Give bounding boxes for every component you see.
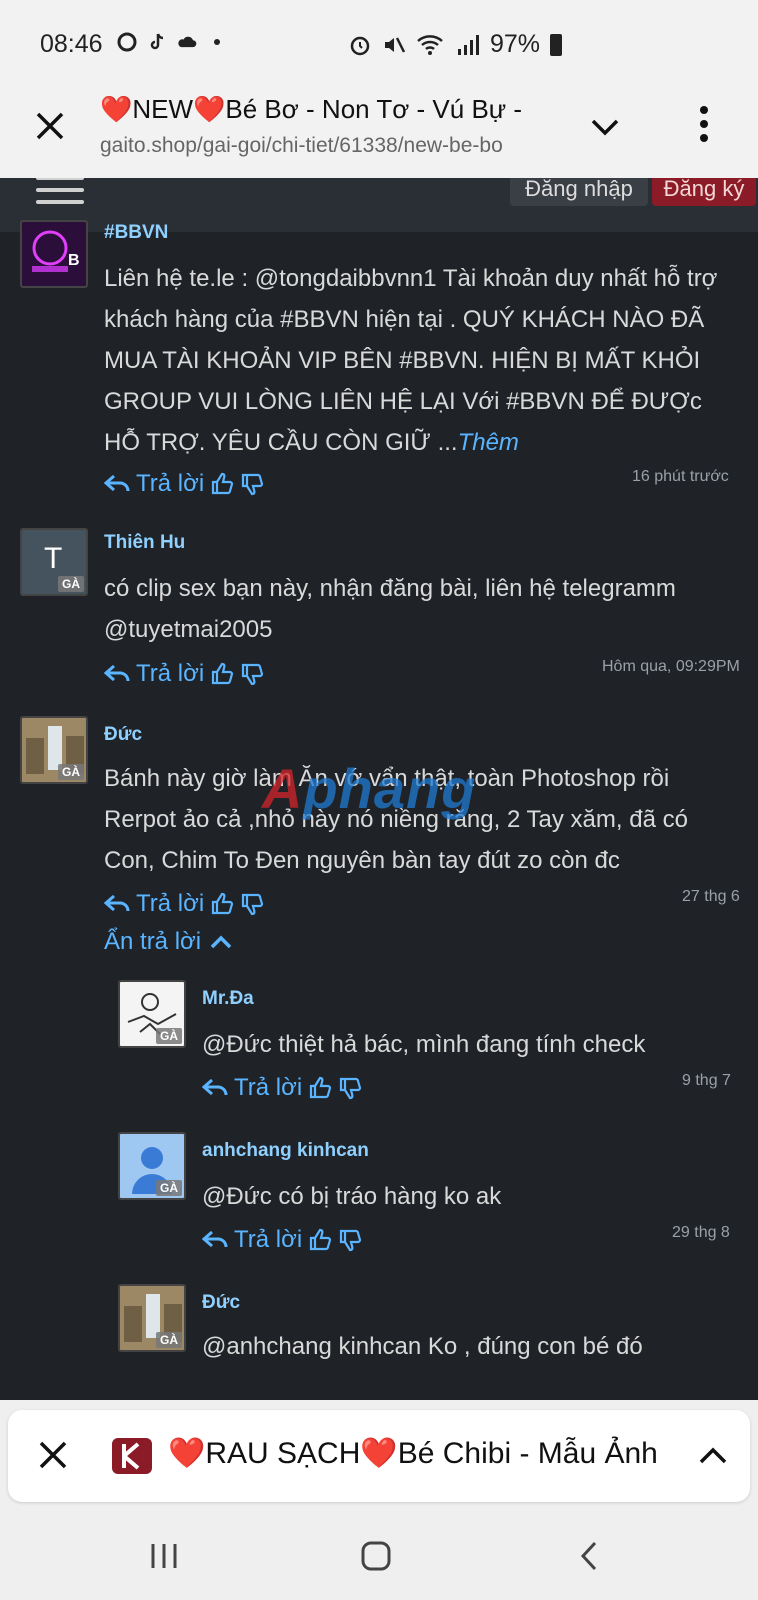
- comment-time: 16 phút trước: [632, 468, 729, 485]
- thumbs-up-icon[interactable]: [210, 472, 234, 496]
- alarm-icon: [350, 36, 370, 55]
- signal-icon: [457, 34, 479, 55]
- hide-replies-label: Ẩn trả lời: [104, 928, 202, 955]
- avatar-letter: B: [68, 252, 80, 269]
- tab-title[interactable]: ❤️NEW❤️Bé Bơ - Non Tơ - Vú Bự -: [100, 94, 550, 125]
- reply-time: 9 thg 7: [682, 1072, 731, 1089]
- status-right: 97%: [348, 30, 562, 59]
- system-nav-bar: [0, 1510, 758, 1600]
- avatar[interactable]: T GÀ: [20, 528, 88, 596]
- badge: GÀ: [156, 1028, 182, 1044]
- chevron-up-icon[interactable]: [698, 1440, 728, 1470]
- reply-text: @anhchang kinhcan Ko , đúng con bé đó: [202, 1333, 643, 1360]
- status-bar: 08:46 97%: [0, 0, 758, 90]
- dot-icon: [214, 39, 220, 45]
- thumbs-up-icon[interactable]: [308, 1228, 332, 1252]
- reply-text: @Đức có bị tráo hàng ko ak: [202, 1183, 502, 1210]
- chevron-down-icon[interactable]: [588, 110, 622, 144]
- close-icon[interactable]: [38, 1440, 68, 1470]
- chevron-up-icon: [210, 935, 232, 949]
- reply-button[interactable]: Trả lời: [136, 890, 204, 918]
- reply-button[interactable]: Trả lời: [136, 470, 204, 498]
- reply-button[interactable]: Trả lời: [234, 1074, 302, 1102]
- kebab-menu-icon[interactable]: [698, 104, 710, 144]
- back-icon[interactable]: [578, 1540, 600, 1572]
- comment-username[interactable]: Thiên Hu: [104, 532, 185, 554]
- thumbs-up-icon[interactable]: [308, 1076, 332, 1100]
- avatar[interactable]: B: [20, 220, 88, 288]
- reply-button[interactable]: Trả lời: [234, 1226, 302, 1254]
- status-time: 08:46: [40, 30, 103, 58]
- badge: GÀ: [156, 1332, 182, 1348]
- thumbs-down-icon[interactable]: [240, 892, 264, 916]
- site-favicon-icon: [112, 1438, 152, 1474]
- tiktok-icon: [150, 33, 164, 50]
- hide-replies-button[interactable]: Ẩn trả lời: [104, 928, 233, 956]
- avatar[interactable]: GÀ: [118, 1284, 186, 1352]
- thumbs-down-icon[interactable]: [338, 1228, 362, 1252]
- watermark: Aphang: [262, 757, 477, 820]
- reply-username[interactable]: anhchang kinhcan: [202, 1140, 369, 1162]
- hamburger-icon[interactable]: [36, 178, 84, 204]
- thumbs-down-icon[interactable]: [338, 1076, 362, 1100]
- avatar[interactable]: GÀ: [118, 980, 186, 1048]
- close-icon[interactable]: [34, 110, 66, 142]
- reply-icon[interactable]: [104, 893, 130, 915]
- comment-time: 27 thg 6: [682, 888, 740, 905]
- battery-percent: 97%: [489, 30, 540, 58]
- comment-username[interactable]: Đức: [104, 724, 142, 746]
- reply-actions: Trả lời: [202, 1226, 362, 1254]
- url-text[interactable]: gaito.shop/gai-goi/chi-tiet/61338/new-be…: [100, 134, 556, 158]
- browser-header: ❤️NEW❤️Bé Bơ - Non Tơ - Vú Bự - gaito.sh…: [0, 82, 758, 178]
- comment-username[interactable]: #BBVN: [104, 222, 168, 244]
- avatar-letter: T: [44, 542, 63, 575]
- reply-text: @Đức thiệt hả bác, mình đang tính check: [202, 1031, 646, 1058]
- register-button[interactable]: Đăng ký: [652, 178, 756, 206]
- thumbs-up-icon[interactable]: [210, 892, 234, 916]
- home-icon[interactable]: [360, 1540, 392, 1572]
- sync-icon: [117, 32, 137, 52]
- reply-actions: Trả lời: [202, 1074, 362, 1102]
- thumbs-up-icon[interactable]: [210, 662, 234, 686]
- avatar[interactable]: GÀ: [118, 1132, 186, 1200]
- reply-username[interactable]: Đức: [202, 1292, 240, 1314]
- recent-apps-icon[interactable]: [150, 1542, 178, 1570]
- more-link[interactable]: Thêm: [458, 429, 519, 456]
- comment-text: có clip sex bạn này, nhận đăng bài, liên…: [104, 575, 676, 643]
- comment-body: Liên hệ te.le : @tongdaibbvnn1 Tài khoản…: [104, 265, 718, 456]
- reply-icon[interactable]: [104, 663, 130, 685]
- page-content: Đăng nhập Đăng ký B #BBVN Liên hệ te.le …: [0, 178, 758, 1400]
- reply-icon[interactable]: [104, 473, 130, 495]
- comment-actions: Trả lời: [104, 470, 264, 498]
- reply-icon[interactable]: [202, 1077, 228, 1099]
- thumbs-down-icon[interactable]: [240, 662, 264, 686]
- badge: GÀ: [156, 1180, 182, 1196]
- login-button[interactable]: Đăng nhập: [510, 178, 648, 206]
- comment-actions: Trả lời: [104, 890, 264, 918]
- wifi-icon: [417, 34, 443, 55]
- battery-icon: [550, 33, 562, 56]
- bottom-tab-bar[interactable]: ❤️RAU SẠCH❤️Bé Chibi - Mẫu Ảnh: [8, 1410, 750, 1502]
- reply-time: 29 thg 8: [672, 1224, 730, 1241]
- comment-actions: Trả lời: [104, 660, 264, 688]
- cloud-icon: [178, 36, 197, 48]
- comment-text: Liên hệ te.le : @tongdaibbvnn1 Tài khoản…: [104, 258, 734, 463]
- thumbs-down-icon[interactable]: [240, 472, 264, 496]
- reply-icon[interactable]: [202, 1229, 228, 1251]
- badge: GÀ: [58, 576, 84, 592]
- reply-username[interactable]: Mr.Đa: [202, 988, 254, 1010]
- reply-button[interactable]: Trả lời: [136, 660, 204, 688]
- badge: GÀ: [58, 764, 84, 780]
- bottom-tab-title[interactable]: ❤️RAU SẠCH❤️Bé Chibi - Mẫu Ảnh: [168, 1436, 668, 1471]
- mute-icon: [384, 36, 406, 53]
- avatar[interactable]: GÀ: [20, 716, 88, 784]
- notification-icons: [116, 31, 228, 53]
- comment-time: Hôm qua, 09:29PM: [602, 658, 740, 675]
